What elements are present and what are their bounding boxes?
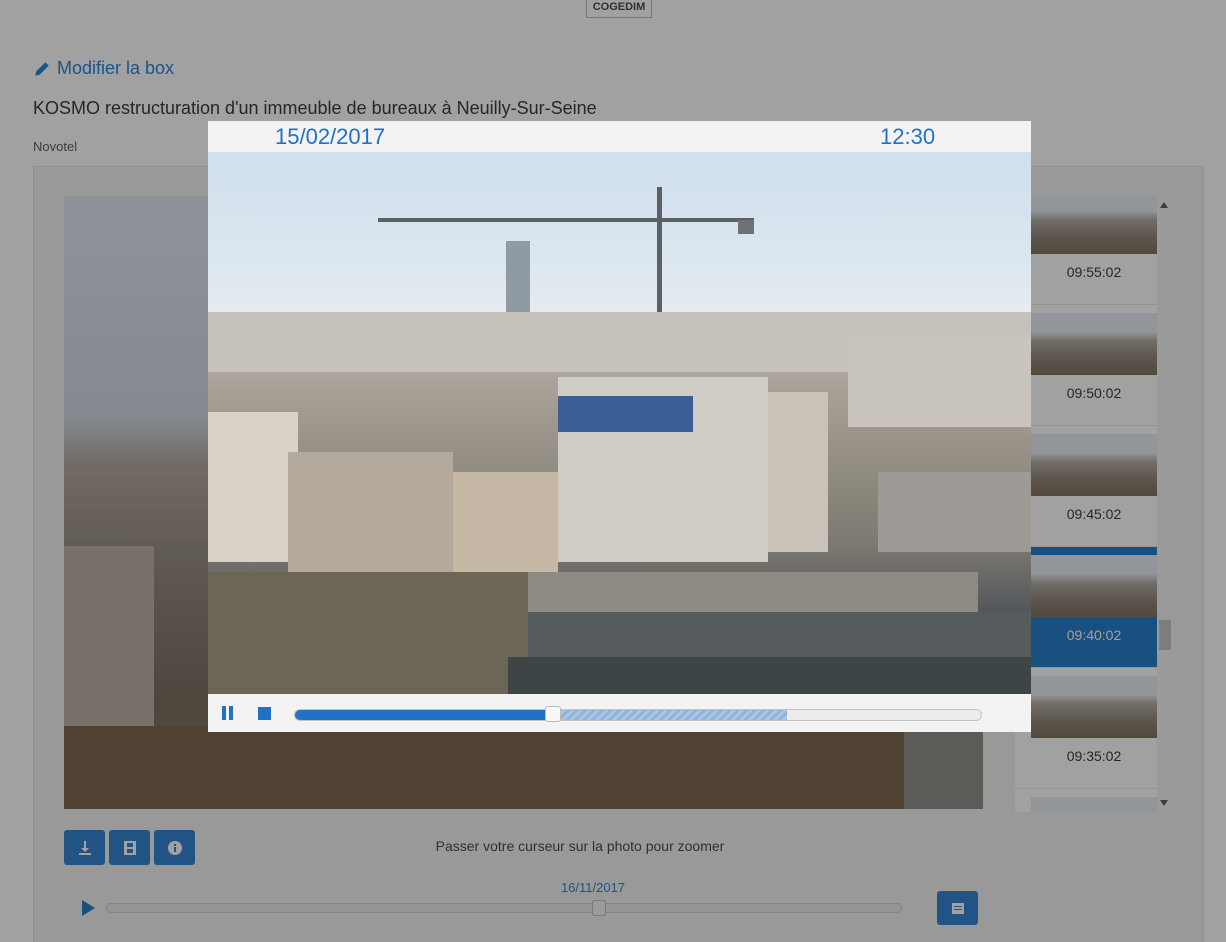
progress-handle[interactable] [545, 706, 562, 722]
pause-icon[interactable] [222, 706, 234, 720]
progress-fill [295, 710, 554, 720]
player-controls [208, 694, 1031, 732]
player-date: 15/02/2017 [275, 124, 386, 149]
timelapse-video[interactable] [208, 152, 1031, 694]
player-time: 12:30 [880, 124, 936, 149]
player-progress-bar[interactable] [294, 709, 982, 721]
timelapse-player-modal: 15/02/2017 12:30 [208, 121, 1031, 732]
stop-icon[interactable] [258, 707, 271, 720]
